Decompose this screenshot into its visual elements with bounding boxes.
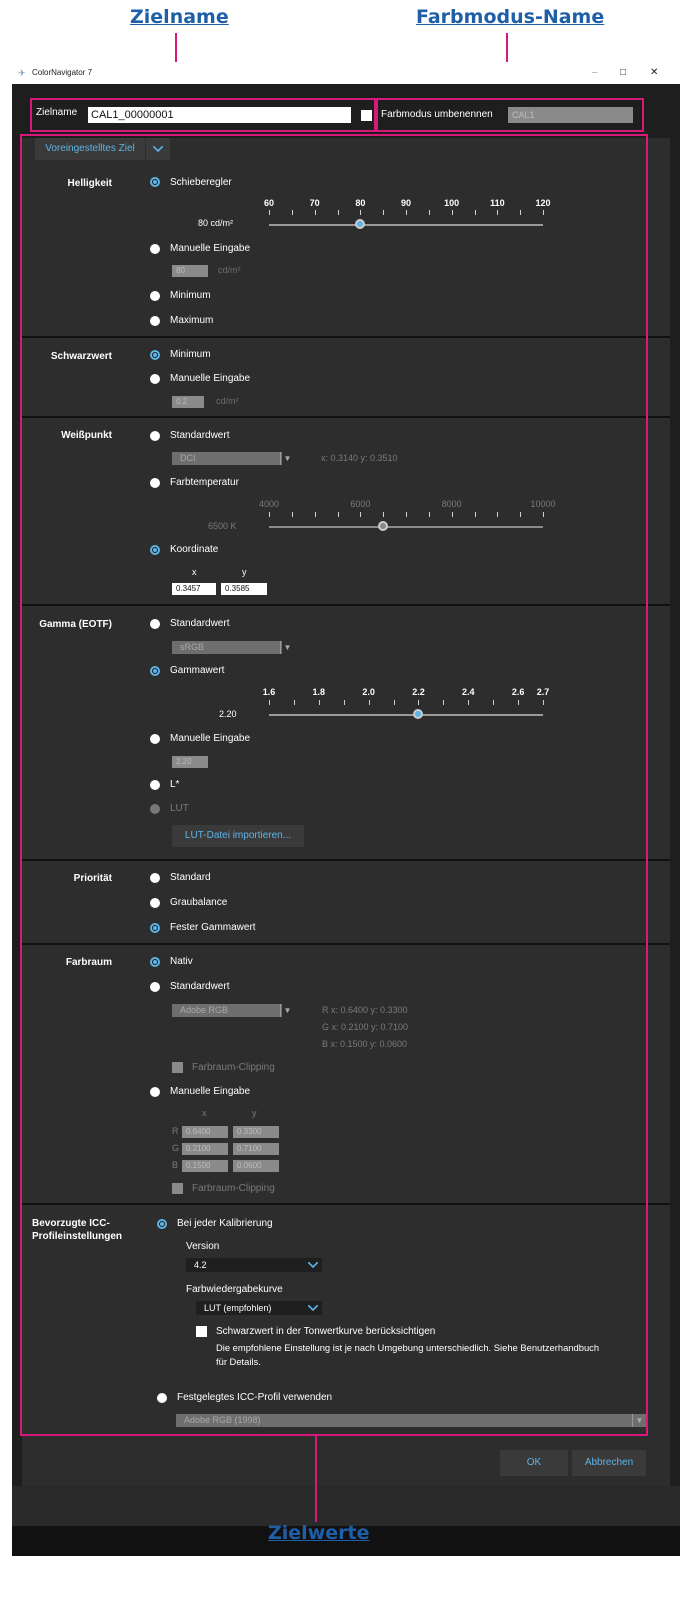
callout-zielwerte: Zielwerte [268,1522,370,1544]
callout-farbmodus-name: Farbmodus-Name [416,6,605,28]
highlight-farbmodus [376,98,644,132]
app-icon: ✈ [18,68,26,78]
title-bar: ✈ ColorNavigator 7 – □ ✕ [12,62,680,84]
window-title: ColorNavigator 7 [32,68,93,77]
close-button[interactable]: ✕ [650,62,658,84]
maximize-button[interactable]: □ [620,62,626,84]
minimize-button[interactable]: – [592,62,598,84]
footer-bar [12,1486,680,1526]
highlight-zielwerte [20,134,648,1436]
highlight-zielname [30,98,376,132]
ok-button[interactable]: OK [500,1450,568,1476]
callout-zielname: Zielname [130,6,229,28]
cancel-button[interactable]: Abbrechen [572,1450,646,1476]
callout-line-zielwerte [315,1436,317,1522]
